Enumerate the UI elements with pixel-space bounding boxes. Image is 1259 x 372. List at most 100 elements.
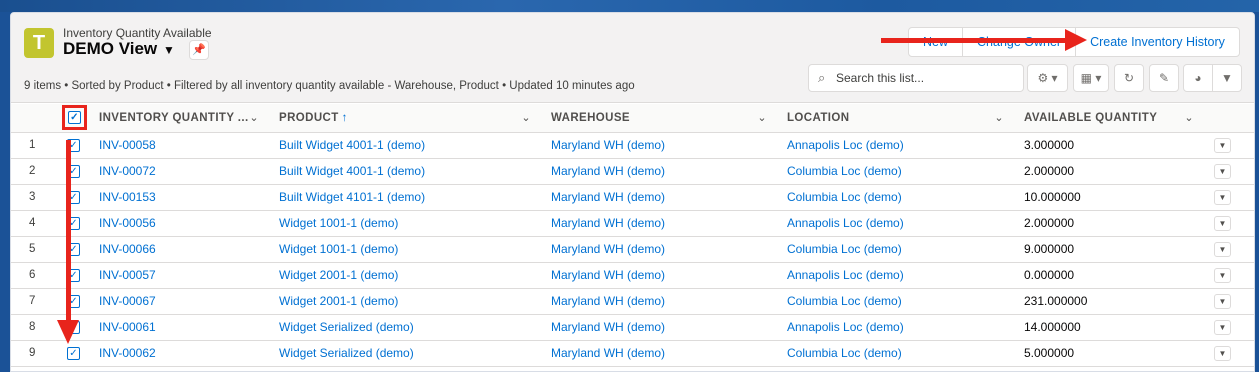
- product-link[interactable]: Built Widget 4001-1 (demo): [271, 158, 543, 185]
- row-number: 9: [11, 340, 59, 367]
- warehouse-link[interactable]: Maryland WH (demo): [543, 158, 779, 185]
- product-link[interactable]: Widget Serialized (demo): [271, 340, 543, 367]
- row-action-menu-icon[interactable]: ▼: [1214, 319, 1231, 335]
- row-select-cell: ✓: [59, 210, 91, 237]
- warehouse-link[interactable]: Maryland WH (demo): [543, 184, 779, 211]
- column-header-available-quantity[interactable]: AVAILABLE QUANTITY ⌄: [1016, 104, 1206, 133]
- warehouse-link[interactable]: Maryland WH (demo): [543, 236, 779, 263]
- column-header-label: LOCATION: [787, 111, 850, 124]
- warehouse-link[interactable]: Maryland WH (demo): [543, 132, 779, 159]
- row-select-cell: ✓: [59, 132, 91, 159]
- location-link[interactable]: Columbia Loc (demo): [779, 288, 1016, 315]
- row-number: 2: [11, 158, 59, 185]
- view-switcher-caret-icon[interactable]: ▼: [163, 43, 175, 57]
- product-link[interactable]: Widget 2001-1 (demo): [271, 288, 543, 315]
- location-link[interactable]: Annapolis Loc (demo): [779, 314, 1016, 341]
- row-actions-cell: ▼: [1206, 210, 1254, 237]
- chevron-down-icon[interactable]: ⌄: [249, 111, 259, 124]
- chart-icon[interactable]: ◕: [1183, 64, 1213, 92]
- warehouse-link[interactable]: Maryland WH (demo): [543, 340, 779, 367]
- warehouse-link[interactable]: Maryland WH (demo): [543, 288, 779, 315]
- row-action-menu-icon[interactable]: ▼: [1214, 189, 1231, 205]
- row-number: 5: [11, 236, 59, 263]
- inventory-record-link[interactable]: INV-00066: [91, 236, 271, 263]
- object-label: Inventory Quantity Available: [63, 26, 212, 40]
- inventory-record-link[interactable]: INV-00072: [91, 158, 271, 185]
- pin-icon[interactable]: 📌: [189, 40, 209, 60]
- inventory-record-link[interactable]: INV-00057: [91, 262, 271, 289]
- row-select-cell: ✓: [59, 184, 91, 211]
- product-link[interactable]: Built Widget 4001-1 (demo): [271, 132, 543, 159]
- edit-list-pencil-icon[interactable]: ✎: [1149, 64, 1179, 92]
- list-settings-gear-icon[interactable]: ⚙ ▾: [1027, 64, 1068, 92]
- row-select-cell: ✓: [59, 236, 91, 263]
- location-link[interactable]: Annapolis Loc (demo): [779, 132, 1016, 159]
- annotation-arrow-down: [66, 140, 71, 330]
- product-link[interactable]: Widget 2001-1 (demo): [271, 262, 543, 289]
- filter-icon[interactable]: ▼: [1212, 64, 1242, 92]
- available-quantity: 2.000000: [1016, 158, 1206, 185]
- row-action-menu-icon[interactable]: ▼: [1214, 267, 1231, 283]
- warehouse-link[interactable]: Maryland WH (demo): [543, 262, 779, 289]
- available-quantity: 9.000000: [1016, 236, 1206, 263]
- select-all-checkbox[interactable]: ✓: [68, 111, 81, 125]
- product-link[interactable]: Built Widget 4101-1 (demo): [271, 184, 543, 211]
- row-action-menu-icon[interactable]: ▼: [1214, 163, 1231, 179]
- column-header-inventory-quantity[interactable]: INVENTORY QUANTITY ... ⌄: [91, 104, 271, 133]
- product-link[interactable]: Widget Serialized (demo): [271, 314, 543, 341]
- column-header-label: INVENTORY QUANTITY ...: [99, 111, 249, 124]
- chevron-down-icon[interactable]: ⌄: [994, 111, 1004, 124]
- row-action-menu-icon[interactable]: ▼: [1214, 137, 1231, 153]
- column-header-location[interactable]: LOCATION ⌄: [779, 104, 1016, 133]
- location-link[interactable]: Columbia Loc (demo): [779, 184, 1016, 211]
- list-view-card: T Inventory Quantity Available DEMO View…: [10, 12, 1255, 372]
- inventory-record-link[interactable]: INV-00153: [91, 184, 271, 211]
- annotation-arrow-right: [881, 38, 1071, 43]
- table-row: 2 ✓ INV-00072 Built Widget 4001-1 (demo) Mar…: [11, 158, 1254, 185]
- row-select-cell: ✓: [59, 262, 91, 289]
- inventory-record-link[interactable]: INV-00056: [91, 210, 271, 237]
- search-icon: ⌕: [818, 70, 826, 85]
- row-action-menu-icon[interactable]: ▼: [1214, 241, 1231, 257]
- row-checkbox[interactable]: ✓: [67, 347, 80, 361]
- location-link[interactable]: Columbia Loc (demo): [779, 236, 1016, 263]
- location-link[interactable]: Annapolis Loc (demo): [779, 210, 1016, 237]
- row-actions-cell: ▼: [1206, 314, 1254, 341]
- column-header-label: AVAILABLE QUANTITY: [1024, 111, 1158, 124]
- product-link[interactable]: Widget 1001-1 (demo): [271, 236, 543, 263]
- table-row: 7 ✓ INV-00067 Widget 2001-1 (demo) Maryland …: [11, 288, 1254, 315]
- inventory-record-link[interactable]: INV-00062: [91, 340, 271, 367]
- available-quantity: 3.000000: [1016, 132, 1206, 159]
- refresh-icon[interactable]: ↻: [1114, 64, 1144, 92]
- location-link[interactable]: Columbia Loc (demo): [779, 158, 1016, 185]
- column-header-product[interactable]: PRODUCT ↑ ⌄: [271, 104, 543, 133]
- available-quantity: 0.000000: [1016, 262, 1206, 289]
- row-action-menu-icon[interactable]: ▼: [1214, 345, 1231, 361]
- location-link[interactable]: Columbia Loc (demo): [779, 340, 1016, 367]
- list-view-title[interactable]: DEMO View: [63, 39, 157, 59]
- chevron-down-icon[interactable]: ⌄: [521, 111, 531, 124]
- create-inventory-history-button[interactable]: Create Inventory History: [1076, 28, 1239, 56]
- warehouse-link[interactable]: Maryland WH (demo): [543, 314, 779, 341]
- select-all-header: ✓: [59, 104, 91, 133]
- row-action-menu-icon[interactable]: ▼: [1214, 293, 1231, 309]
- annotation-arrowhead-right: [1065, 29, 1087, 51]
- available-quantity: 5.000000: [1016, 340, 1206, 367]
- display-as-table-icon[interactable]: ▦ ▾: [1073, 64, 1109, 92]
- chart-filter-group: ◕ ▼: [1183, 64, 1242, 92]
- inventory-record-link[interactable]: INV-00058: [91, 132, 271, 159]
- table-row: 6 ✓ INV-00057 Widget 2001-1 (demo) Maryland …: [11, 262, 1254, 289]
- column-header-warehouse[interactable]: WAREHOUSE ⌄: [543, 104, 779, 133]
- row-actions-cell: ▼: [1206, 184, 1254, 211]
- location-link[interactable]: Annapolis Loc (demo): [779, 262, 1016, 289]
- chevron-down-icon[interactable]: ⌄: [757, 111, 767, 124]
- warehouse-link[interactable]: Maryland WH (demo): [543, 210, 779, 237]
- inventory-record-link[interactable]: INV-00067: [91, 288, 271, 315]
- table-header-row: ✓ INVENTORY QUANTITY ... ⌄ PRODUCT ↑ ⌄ WARE…: [11, 104, 1254, 133]
- table-row: 1 ✓ INV-00058 Built Widget 4001-1 (demo) Mar…: [11, 132, 1254, 159]
- search-input[interactable]: [836, 69, 1016, 87]
- row-action-menu-icon[interactable]: ▼: [1214, 215, 1231, 231]
- inventory-record-link[interactable]: INV-00061: [91, 314, 271, 341]
- product-link[interactable]: Widget 1001-1 (demo): [271, 210, 543, 237]
- chevron-down-icon[interactable]: ⌄: [1184, 111, 1194, 124]
